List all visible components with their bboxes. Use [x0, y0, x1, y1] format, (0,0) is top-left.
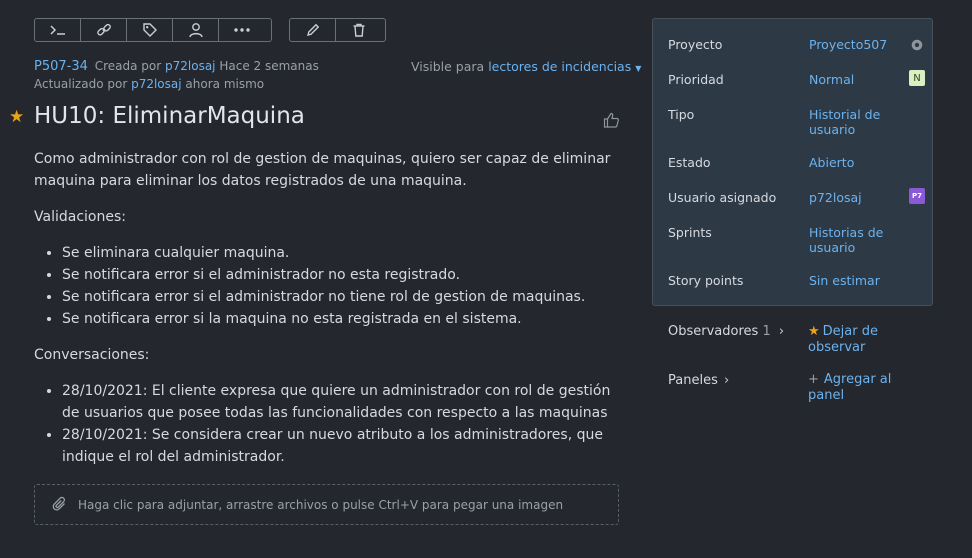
- priority-value[interactable]: Normal: [809, 72, 899, 87]
- link-icon: [96, 23, 111, 36]
- priority-badge: N: [909, 70, 925, 86]
- issue-description: Como administrador con rol de gestion de…: [34, 148, 619, 468]
- updater-link[interactable]: p72losaj: [131, 77, 182, 91]
- unwatch-button[interactable]: ★ Dejar de observar: [808, 324, 908, 356]
- terminal-button[interactable]: [35, 19, 81, 41]
- delete-button[interactable]: [336, 19, 382, 41]
- type-value[interactable]: Historial de usuario: [809, 107, 899, 137]
- gear-icon[interactable]: [910, 37, 924, 56]
- watchers-toggle[interactable]: Observadores 1 ›: [668, 324, 784, 339]
- list-item: 28/10/2021: El cliente expresa que quier…: [62, 380, 619, 424]
- more-button[interactable]: [219, 19, 265, 41]
- properties-panel: Proyecto Proyecto507 Prioridad Normal N …: [652, 18, 933, 306]
- issue-updated: Actualizado por p72losaj ahora mismo: [34, 77, 264, 91]
- edit-button[interactable]: [290, 19, 336, 41]
- page-title: HU10: EliminarMaquina: [34, 103, 305, 129]
- issue-meta: P507-34 Creada por p72losaj Hace 2 seman…: [34, 59, 319, 74]
- tag-button[interactable]: [127, 19, 173, 41]
- visibility-link[interactable]: lectores de incidencias: [488, 59, 631, 74]
- list-item: Se notificara error si el administrador …: [62, 286, 619, 308]
- edit-toolbar: [289, 18, 386, 42]
- add-to-board-button[interactable]: + Agregar al panel: [808, 372, 908, 404]
- boards-toggle[interactable]: Paneles ›: [668, 373, 729, 388]
- state-label: Estado: [668, 155, 711, 170]
- updated-time: ahora mismo: [185, 77, 265, 91]
- watchers-label: Observadores: [668, 324, 759, 339]
- assignee-label: Usuario asignado: [668, 190, 777, 205]
- terminal-icon: [49, 25, 65, 35]
- story-points-value[interactable]: Sin estimar: [809, 273, 899, 288]
- assignee-value[interactable]: p72losaj: [809, 190, 899, 205]
- chevron-right-icon: ›: [778, 324, 785, 339]
- list-item: Se notificara error si la maquina no est…: [62, 308, 619, 330]
- conversations-heading: Conversaciones:: [34, 347, 150, 363]
- thumbs-up-icon[interactable]: [603, 112, 620, 132]
- tag-icon: [142, 23, 157, 37]
- list-item: Se notificara error si el administrador …: [62, 264, 619, 286]
- conversations-list: 28/10/2021: El cliente expresa que quier…: [34, 380, 619, 468]
- issue-id[interactable]: P507-34: [34, 59, 88, 74]
- pencil-icon: [306, 23, 319, 36]
- visibility-prefix: Visible para: [411, 59, 485, 74]
- list-item: Se eliminara cualquier maquina.: [62, 242, 619, 264]
- chevron-down-icon[interactable]: ▼: [635, 64, 641, 73]
- more-icon: [234, 28, 250, 32]
- avatar: P7: [909, 188, 925, 204]
- description-intro: Como administrador con rol de gestion de…: [34, 151, 611, 189]
- user-icon: [188, 23, 203, 38]
- validations-heading: Validaciones:: [34, 209, 126, 225]
- visibility: Visible para lectores de incidencias ▼: [411, 59, 641, 74]
- project-value[interactable]: Proyecto507: [809, 37, 899, 52]
- list-item: 28/10/2021: Se considera crear un nuevo …: [62, 424, 619, 468]
- state-value[interactable]: Abierto: [809, 155, 899, 170]
- sprints-label: Sprints: [668, 225, 712, 240]
- attachment-hint: Haga clic para adjuntar, arrastre archiv…: [78, 498, 564, 512]
- story-points-label: Story points: [668, 273, 744, 288]
- priority-label: Prioridad: [668, 72, 724, 87]
- star-icon: ★: [808, 324, 820, 339]
- paperclip-icon: [52, 496, 68, 516]
- updated-prefix: Actualizado por: [34, 77, 128, 91]
- trash-icon: [353, 23, 365, 37]
- assign-user-button[interactable]: [173, 19, 219, 41]
- project-label: Proyecto: [668, 37, 723, 52]
- add-board-label: Agregar al panel: [808, 372, 892, 403]
- issue-toolbar: [34, 18, 272, 42]
- creator-link[interactable]: p72losaj: [165, 59, 216, 73]
- sprints-value[interactable]: Historias de usuario: [809, 225, 899, 255]
- link-button[interactable]: [81, 19, 127, 41]
- chevron-right-icon: ›: [723, 373, 730, 388]
- type-label: Tipo: [668, 107, 695, 122]
- boards-label: Paneles: [668, 373, 718, 388]
- watchers-count: 1: [762, 324, 771, 339]
- attachment-dropzone[interactable]: Haga clic para adjuntar, arrastre archiv…: [34, 484, 619, 525]
- created-prefix: Creada por: [94, 59, 162, 73]
- created-time: Hace 2 semanas: [219, 59, 319, 73]
- plus-icon: +: [808, 372, 819, 387]
- validations-list: Se eliminara cualquier maquina. Se notif…: [34, 242, 619, 330]
- star-icon[interactable]: ★: [9, 107, 24, 127]
